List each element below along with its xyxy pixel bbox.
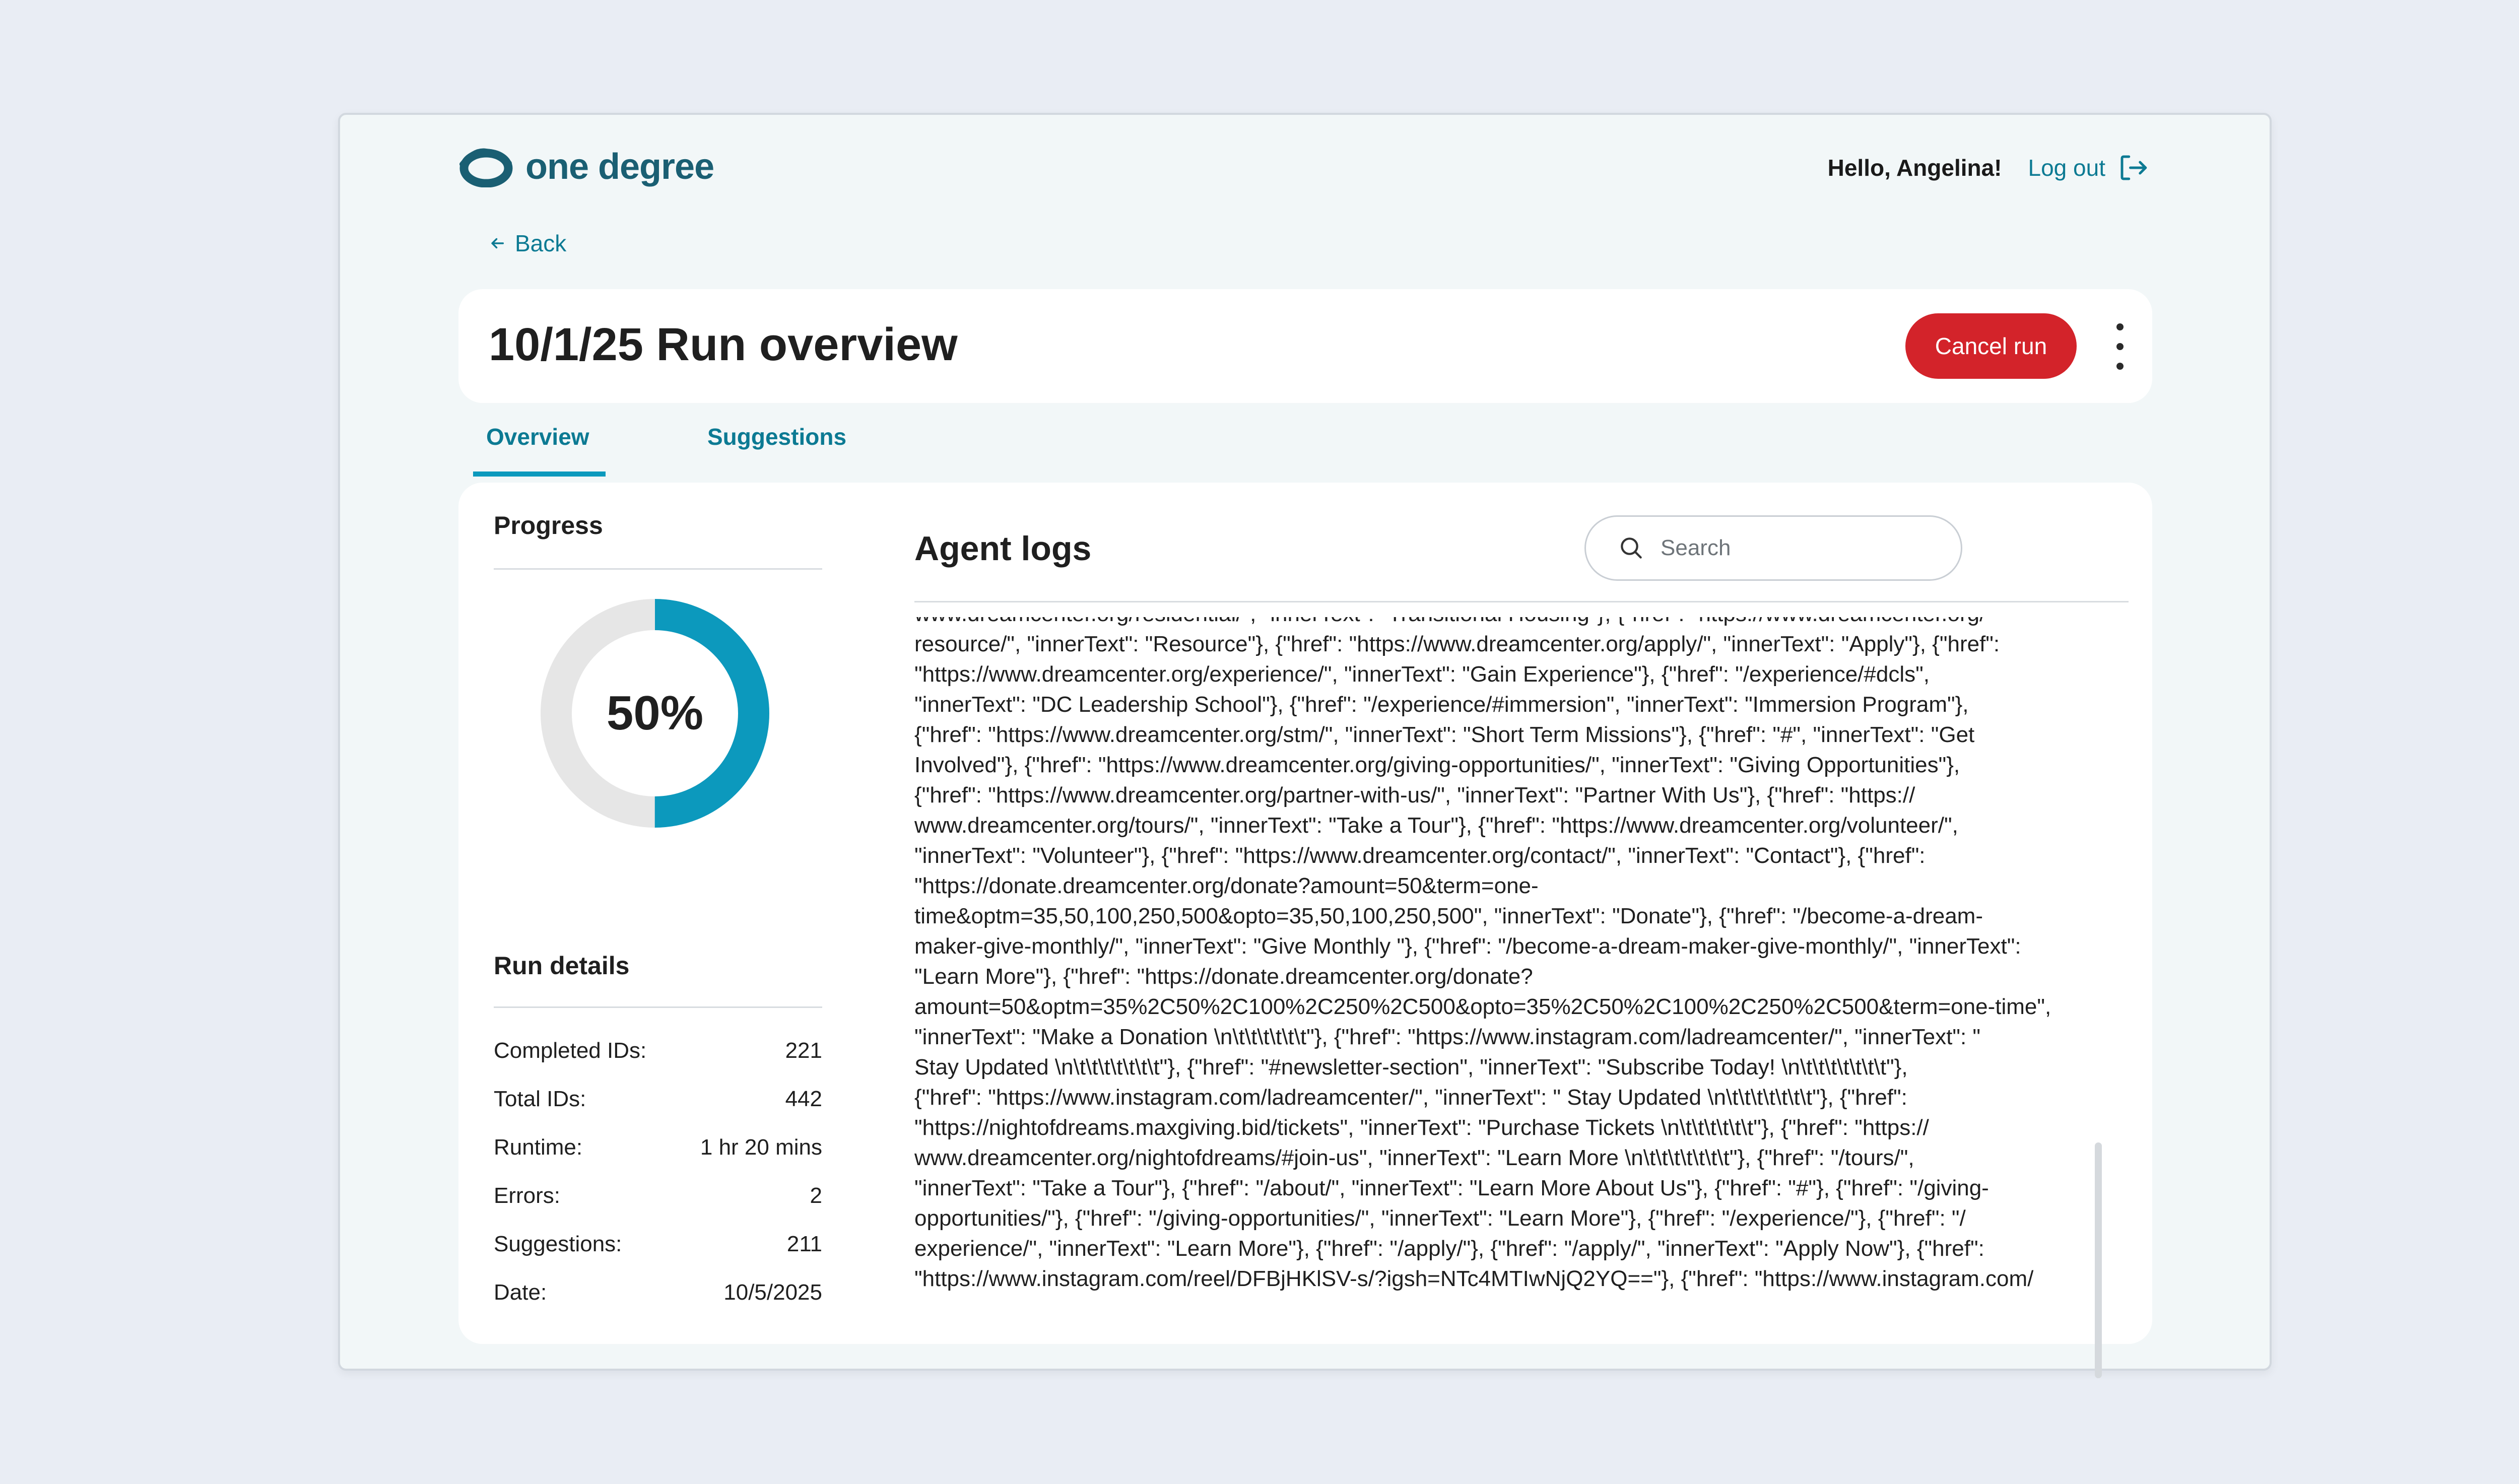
log-search-box[interactable] [1584, 515, 1962, 581]
cancel-run-button[interactable]: Cancel run [1905, 313, 2077, 379]
overview-panel: Progress 50% Run details Completed IDs: … [458, 483, 2152, 1378]
run-details-divider [494, 1006, 822, 1008]
log-line: opportunities/"}, {"href": "/giving-oppo… [914, 1206, 1966, 1231]
log-line: Stay Updated \n\t\t\t\t\t\t\t"}, {"href"… [914, 1055, 1908, 1080]
detail-row-suggestions: Suggestions: 211 [494, 1220, 822, 1268]
detail-label: Total IDs: [494, 1087, 586, 1111]
log-line: {"href": "https://www.dreamcenter.org/pa… [914, 783, 1915, 807]
log-line: "Learn More"}, {"href": "https://donate.… [914, 964, 1533, 989]
detail-value: 10/5/2025 [723, 1280, 822, 1305]
detail-row-date: Date: 10/5/2025 [494, 1268, 822, 1317]
log-line: "https://www.dreamcenter.org/experience/… [914, 662, 1930, 687]
detail-value: 442 [785, 1087, 822, 1111]
log-line: amount=50&optm=35%2C50%2C100%2C250%2C500… [914, 994, 2051, 1019]
logout-icon [2120, 155, 2147, 180]
progress-percent: 50% [606, 686, 704, 740]
log-line: maker-give-monthly/", "innerText": "Give… [914, 934, 2021, 959]
detail-label: Suggestions: [494, 1232, 622, 1256]
log-line: "innerText": "Volunteer"}, {"href": "htt… [914, 843, 1926, 868]
detail-value: 2 [810, 1183, 822, 1208]
one-degree-logo-icon [459, 148, 513, 187]
log-line: Involved"}, {"href": "https://www.dreamc… [914, 753, 1960, 777]
logout-label: Log out [2028, 155, 2105, 181]
log-line: www.dreamcenter.org/nightofdreams/#join-… [914, 1145, 1914, 1170]
back-link[interactable]: Back [489, 230, 566, 257]
agent-logs-heading: Agent logs [914, 529, 1092, 568]
user-greeting: Hello, Angelina! [1827, 155, 2002, 181]
agent-log-output[interactable]: www.dreamcenter.org/residential/", "inne… [914, 617, 2078, 1294]
tab-overview[interactable]: Overview [473, 423, 606, 477]
brand-name: one degree [525, 147, 714, 187]
log-line: "https://www.instagram.com/reel/DFBjHKlS… [914, 1266, 2034, 1291]
detail-label: Errors: [494, 1183, 560, 1208]
detail-row-runtime: Runtime: 1 hr 20 mins [494, 1123, 822, 1172]
log-line: www.dreamcenter.org/residential/", "inne… [914, 617, 2073, 629]
detail-row-errors: Errors: 2 [494, 1172, 822, 1220]
log-line: "innerText": "Take a Tour"}, {"href": "/… [914, 1176, 1989, 1200]
log-line: {"href": "https://www.dreamcenter.org/st… [914, 722, 1975, 747]
detail-row-total-ids: Total IDs: 442 [494, 1075, 822, 1123]
log-line: www.dreamcenter.org/tours/", "innerText"… [914, 813, 1958, 838]
log-line: "innerText": "DC Leadership School"}, {"… [914, 692, 1969, 717]
log-line: "https://nightofdreams.maxgiving.bid/tic… [914, 1115, 1929, 1140]
log-scrollbar[interactable] [2095, 1142, 2102, 1378]
run-header-card: 10/1/25 Run overview Cancel run [458, 289, 2152, 403]
search-input[interactable] [1661, 535, 1943, 561]
run-details-heading: Run details [494, 952, 630, 980]
detail-value: 211 [786, 1232, 822, 1256]
search-icon [1621, 537, 1642, 559]
app-window: one degree Hello, Angelina! Log out Back… [338, 113, 2272, 1378]
log-line: time&optm=35,50,100,250,500&opto=35,50,1… [914, 904, 1983, 928]
run-details-list: Completed IDs: 221 Total IDs: 442 Runtim… [494, 1027, 822, 1317]
detail-label: Date: [494, 1280, 547, 1305]
logout-link[interactable]: Log out [2028, 151, 2150, 184]
detail-value: 1 hr 20 mins [700, 1135, 822, 1160]
detail-label: Runtime: [494, 1135, 583, 1160]
tab-suggestions[interactable]: Suggestions [707, 423, 846, 450]
log-line: resource/", "innerText": "Resource"}, {"… [914, 632, 2000, 656]
more-options-icon[interactable] [2112, 323, 2128, 370]
progress-divider [494, 568, 822, 570]
log-line: "https://donate.dreamcenter.org/donate?a… [914, 873, 1539, 898]
log-text: www.dreamcenter.org/residential/", "inne… [914, 617, 2073, 1294]
logs-divider [914, 601, 2129, 602]
arrow-left-icon [491, 238, 504, 249]
detail-label: Completed IDs: [494, 1038, 647, 1063]
detail-value: 221 [785, 1038, 822, 1063]
page-title: 10/1/25 Run overview [489, 319, 958, 370]
log-line: experience/", "innerText": "Learn More"}… [914, 1236, 1984, 1261]
log-line: "innerText": "Make a Donation \n\t\t\t\t… [914, 1025, 1981, 1049]
user-area: Hello, Angelina! Log out [1828, 151, 2150, 184]
progress-heading: Progress [494, 511, 603, 539]
one-degree-logo[interactable]: one degree [459, 146, 714, 187]
log-line: {"href": "https://www.instagram.com/ladr… [914, 1085, 1907, 1110]
detail-row-completed-ids: Completed IDs: 221 [494, 1027, 822, 1075]
back-label: Back [515, 230, 567, 256]
